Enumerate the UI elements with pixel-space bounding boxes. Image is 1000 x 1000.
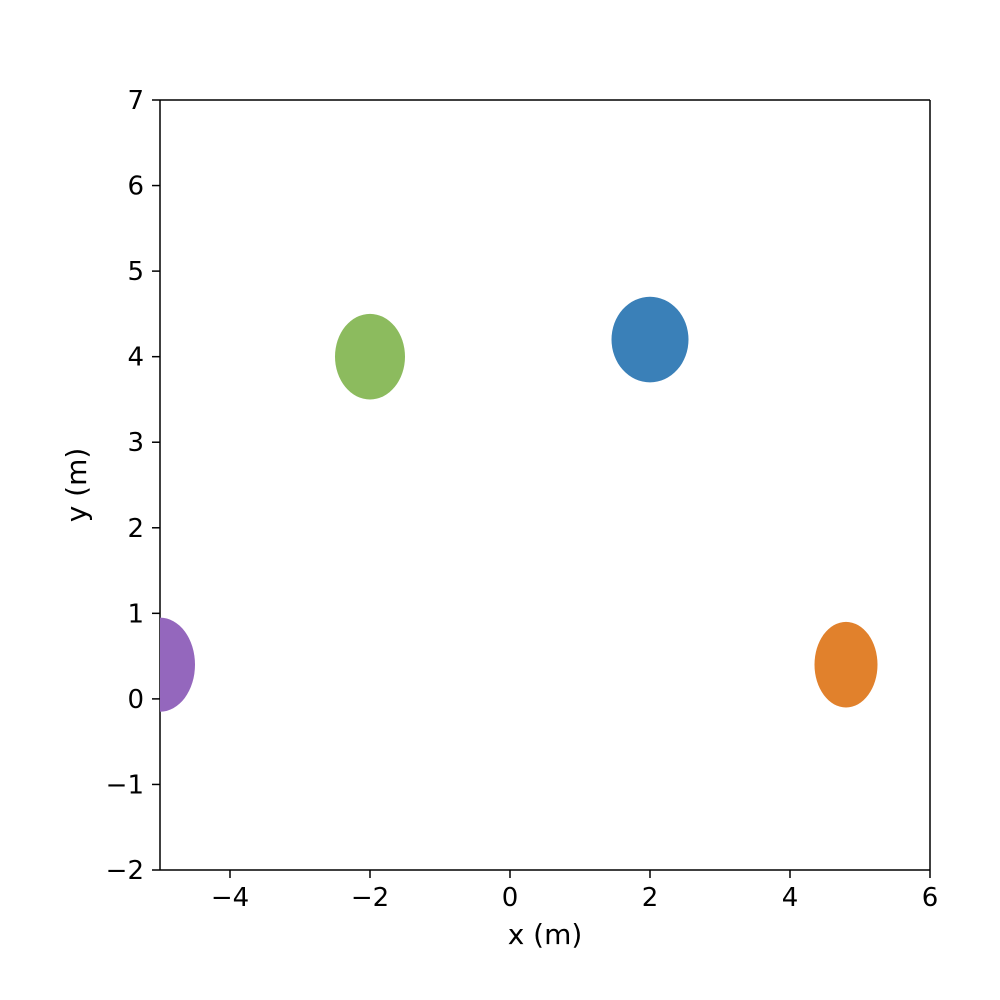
- y-tick-label: 3: [127, 428, 144, 458]
- y-tick-label: −2: [106, 856, 144, 886]
- x-tick-label: 6: [922, 883, 939, 913]
- marker-orange: [815, 622, 878, 708]
- y-tick-label: 7: [127, 86, 144, 116]
- y-tick-label: 2: [127, 514, 144, 544]
- y-tick-label: 6: [127, 172, 144, 202]
- x-tick-label: 2: [642, 883, 659, 913]
- chart-svg: −4 −2 0 2 4 6 −2 −1 0 1 2 3 4 5 6 7 x (m) y (m): [0, 0, 1000, 1000]
- scatter-chart: −4 −2 0 2 4 6 −2 −1 0 1 2 3 4 5 6 7 x (m) y (m): [0, 0, 1000, 1000]
- x-tick-label: −2: [351, 883, 389, 913]
- y-tick-label: 0: [127, 685, 144, 715]
- x-tick-label: 4: [782, 883, 799, 913]
- y-tick-label: −1: [106, 770, 144, 800]
- marker-green: [335, 314, 405, 400]
- x-tick-label: 0: [502, 883, 519, 913]
- y-tick-label: 5: [127, 257, 144, 287]
- y-axis-title: y (m): [60, 448, 93, 523]
- y-tick-label: 1: [127, 599, 144, 629]
- x-axis-title: x (m): [508, 918, 583, 951]
- x-tick-label: −4: [211, 883, 249, 913]
- marker-blue: [612, 297, 689, 383]
- markers-group: [125, 297, 878, 712]
- y-tick-label: 4: [127, 343, 144, 373]
